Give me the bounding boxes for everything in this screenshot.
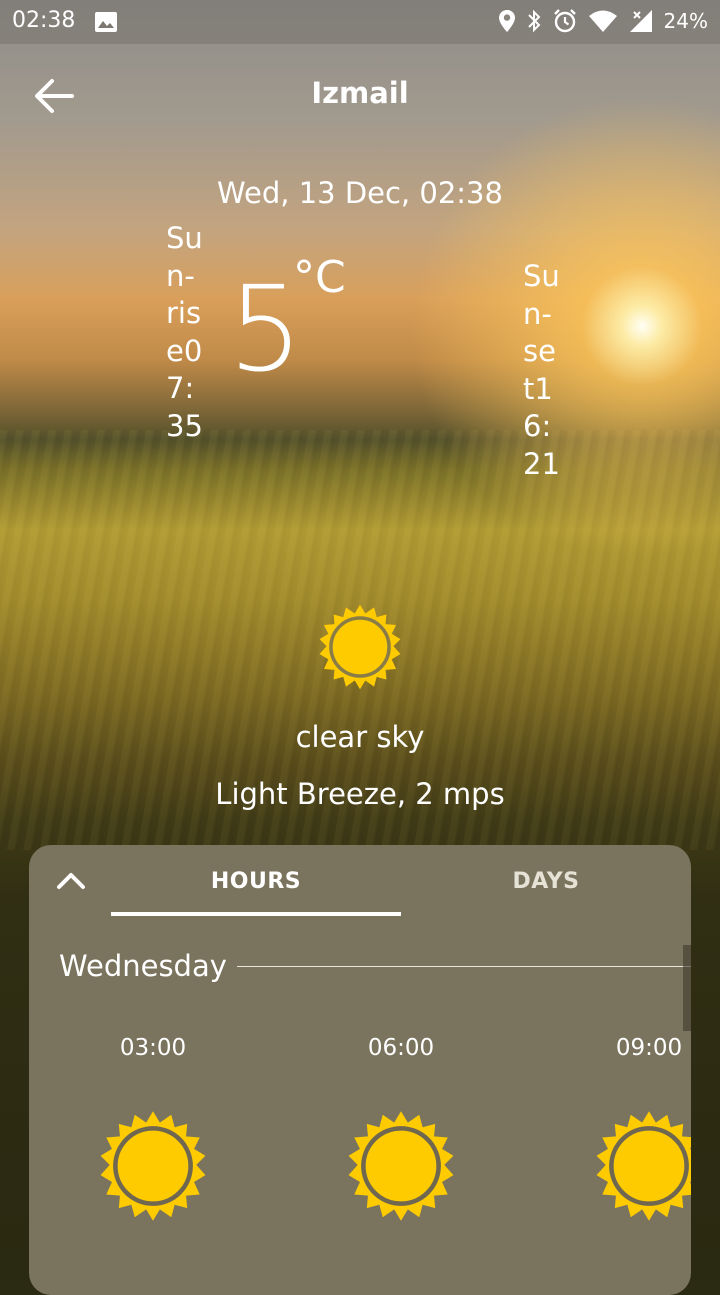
day-label: Wednesday bbox=[59, 949, 227, 983]
city-title: Izmail bbox=[311, 76, 409, 110]
wifi-icon bbox=[588, 10, 617, 32]
chevron-up-icon[interactable] bbox=[51, 865, 91, 897]
sun-icon bbox=[100, 1111, 206, 1221]
temperature-unit: °C bbox=[293, 252, 346, 303]
wind-info: Light Breeze, 2 mps bbox=[215, 777, 505, 811]
divider bbox=[237, 966, 691, 967]
sun-icon bbox=[348, 1111, 454, 1221]
current-temperature: 5 bbox=[228, 260, 304, 398]
current-datetime: Wed, 13 Dec, 02:38 bbox=[217, 176, 503, 210]
status-icons: 24% bbox=[498, 8, 708, 34]
status-time: 02:38 bbox=[12, 8, 76, 33]
scrollbar[interactable] bbox=[683, 945, 691, 1031]
sun-icon bbox=[319, 604, 401, 690]
tab-days[interactable]: DAYS bbox=[401, 869, 691, 894]
hour-time: 06:00 bbox=[367, 1035, 435, 1061]
sunrise-time: Sun-rise07:35 bbox=[166, 221, 203, 443]
sunset-time: Sun-set16:21 bbox=[523, 259, 560, 481]
image-icon bbox=[95, 12, 117, 32]
signal-icon bbox=[629, 10, 652, 32]
hour-time: 03:00 bbox=[119, 1035, 187, 1061]
weather-condition: clear sky bbox=[295, 720, 425, 754]
bluetooth-icon bbox=[527, 9, 540, 33]
alarm-icon bbox=[553, 9, 576, 33]
hour-time: 09:00 bbox=[615, 1035, 683, 1061]
battery-percent: 24% bbox=[663, 9, 708, 33]
tab-indicator bbox=[111, 912, 401, 916]
location-icon bbox=[498, 10, 515, 32]
status-bar: 02:38 24% bbox=[0, 0, 720, 44]
forecast-panel: HOURS DAYS Wednesday 03:00 06:00 09:00 bbox=[29, 845, 691, 1295]
sun-icon bbox=[596, 1111, 691, 1221]
tab-hours[interactable]: HOURS bbox=[111, 869, 401, 894]
